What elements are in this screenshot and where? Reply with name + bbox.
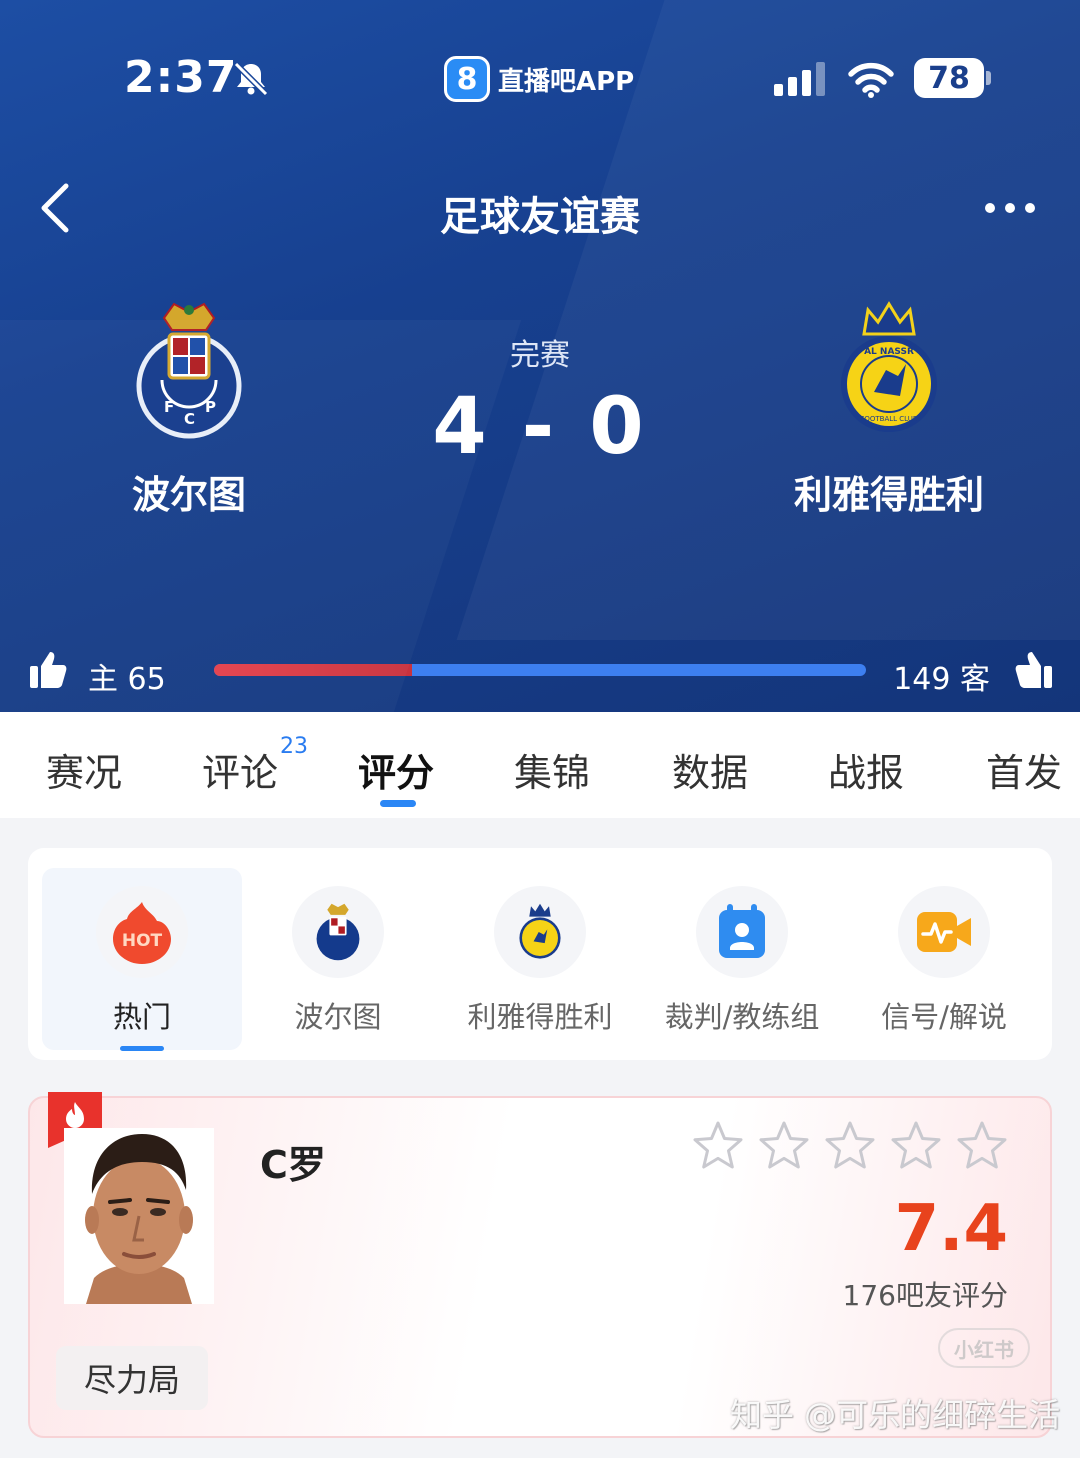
- active-tab-indicator: [380, 800, 416, 807]
- thumbs-up-home-icon[interactable]: [28, 650, 68, 690]
- vote-bar: [214, 664, 866, 676]
- cellular-signal-icon: [774, 62, 825, 96]
- wifi-icon: [848, 62, 894, 98]
- tab-highlights[interactable]: 集锦: [514, 742, 590, 797]
- category-icon-wrap: HOT: [96, 886, 188, 978]
- category-icon-wrap: [696, 886, 788, 978]
- rating-category-card: HOT 热门 波尔图 利雅得胜利 裁判/教练组 信号/解说: [28, 848, 1052, 1060]
- category-al-nassr[interactable]: 利雅得胜利: [440, 868, 640, 1050]
- category-broadcast[interactable]: 信号/解说: [844, 868, 1044, 1050]
- away-team-name: 利雅得胜利: [793, 473, 984, 517]
- porto-crest-icon: F C P: [136, 302, 242, 439]
- video-signal-icon: [917, 912, 971, 952]
- category-icon-wrap: [898, 886, 990, 978]
- tab-report[interactable]: 战报: [828, 742, 904, 797]
- al-nassr-crest-icon: [519, 903, 561, 959]
- tab-bar: 赛况 评论23 评分 集锦 数据 战报 首发: [0, 712, 1080, 818]
- hot-comment-tag[interactable]: 尽力局: [56, 1346, 209, 1410]
- category-icon-wrap: [292, 886, 384, 978]
- svg-text:C: C: [184, 410, 195, 428]
- porto-crest-icon: [316, 903, 360, 961]
- bell-muted-icon: [233, 61, 269, 97]
- category-label: 波尔图: [294, 1000, 382, 1034]
- al-nassr-crest-icon: AL NASSR FOOTBALL CLUB: [841, 301, 937, 432]
- match-header: 2:37 8 直播吧APP 78 足球友谊赛 F C P 波尔图 完赛 4 - …: [0, 0, 1080, 712]
- zhihu-watermark: 知乎 @可乐的细碎生活: [730, 1396, 1061, 1434]
- tab-label: 赛况: [46, 751, 123, 795]
- player-rating-score: 7.4: [894, 1192, 1008, 1266]
- vote-home-count: 主 65: [88, 662, 166, 697]
- thumbs-up-away-icon[interactable]: [1014, 650, 1054, 690]
- svg-text:F: F: [164, 398, 174, 416]
- hot-icon: HOT: [113, 902, 171, 964]
- star-icon[interactable]: [758, 1120, 810, 1172]
- status-time: 2:37: [124, 52, 238, 103]
- tab-ratings[interactable]: 评分: [358, 742, 434, 797]
- tab-label: 数据: [672, 751, 749, 795]
- category-label: 信号/解说: [881, 1000, 1007, 1034]
- star-icon[interactable]: [824, 1120, 876, 1172]
- star-icon[interactable]: [692, 1120, 744, 1172]
- xiaohongshu-watermark: 小红书: [938, 1328, 1030, 1368]
- star-icon[interactable]: [890, 1120, 942, 1172]
- home-team[interactable]: F C P 波尔图: [59, 300, 319, 519]
- tab-comments[interactable]: 评论23: [202, 734, 308, 797]
- comment-count-badge: 23: [280, 734, 309, 759]
- battery-indicator: 78: [914, 58, 984, 98]
- category-label: 利雅得胜利: [467, 1000, 613, 1034]
- rating-stars[interactable]: [692, 1120, 1008, 1172]
- hot-icon-text: HOT: [122, 931, 163, 951]
- tab-lineup[interactable]: 首发: [986, 742, 1062, 797]
- battery-cap: [986, 71, 991, 85]
- tab-stats[interactable]: 数据: [672, 742, 748, 797]
- svg-text:FOOTBALL CLUB: FOOTBALL CLUB: [860, 415, 918, 423]
- category-hot[interactable]: HOT 热门: [42, 868, 242, 1051]
- tab-label: 首发: [986, 751, 1063, 795]
- tab-label: 评分: [358, 751, 435, 795]
- rating-count: 176吧友评分: [842, 1279, 1008, 1312]
- category-label: 裁判/教练组: [664, 1000, 820, 1034]
- category-active-underline: [120, 1046, 164, 1051]
- category-icon-wrap: [494, 886, 586, 978]
- tab-label: 评论: [202, 751, 279, 795]
- svg-text:P: P: [205, 398, 216, 416]
- tab-label: 战报: [828, 751, 905, 795]
- category-porto[interactable]: 波尔图: [238, 868, 438, 1050]
- vote-away-count: 149 客: [893, 662, 990, 697]
- player-avatar[interactable]: [64, 1128, 214, 1304]
- svg-text:AL NASSR: AL NASSR: [864, 347, 914, 357]
- star-icon[interactable]: [956, 1120, 1008, 1172]
- category-referee-coaches[interactable]: 裁判/教练组: [642, 868, 842, 1050]
- category-label: 热门: [112, 1000, 171, 1034]
- home-team-name: 波尔图: [131, 473, 246, 517]
- app-badge[interactable]: 8 直播吧APP: [444, 56, 634, 102]
- vote-bar-home-fill: [214, 664, 413, 676]
- away-team[interactable]: AL NASSR FOOTBALL CLUB 利雅得胜利: [759, 300, 1019, 519]
- app-logo-icon: 8: [444, 56, 490, 102]
- app-name: 直播吧APP: [498, 66, 635, 97]
- more-options-icon[interactable]: [982, 200, 1038, 216]
- player-name: C罗: [260, 1143, 326, 1187]
- referee-badge-icon: [719, 904, 765, 958]
- tab-match-summary[interactable]: 赛况: [46, 742, 122, 797]
- tab-label: 集锦: [514, 751, 591, 795]
- page-title: 足球友谊赛: [440, 194, 640, 240]
